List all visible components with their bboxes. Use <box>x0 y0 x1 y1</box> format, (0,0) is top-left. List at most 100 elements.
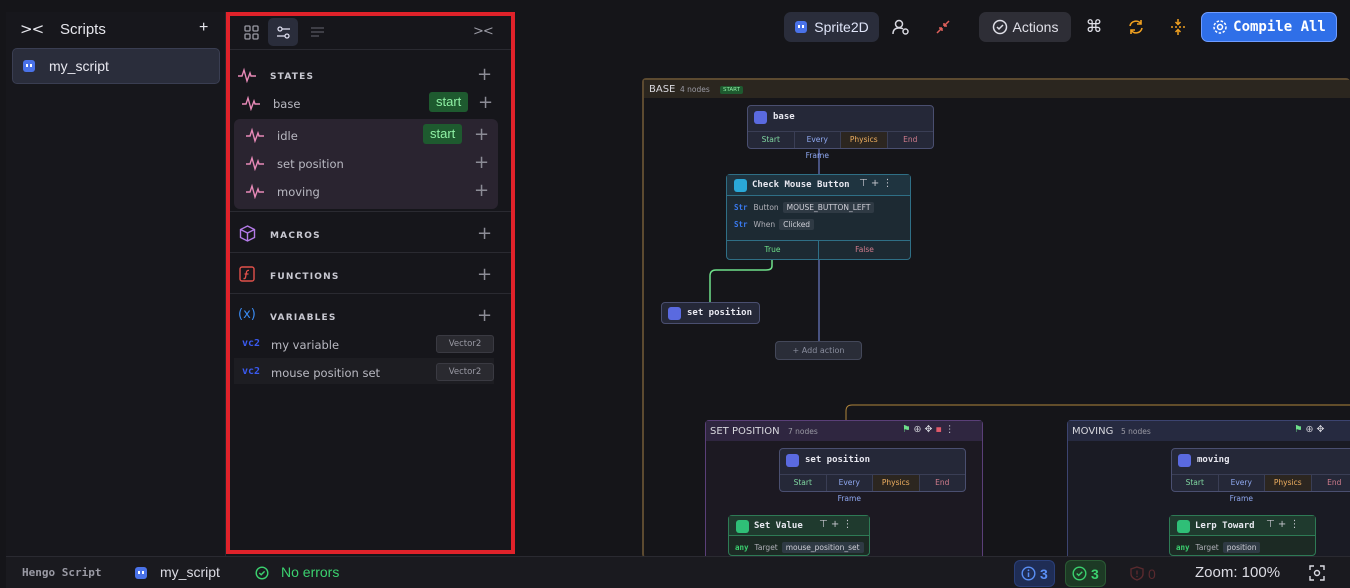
variable-type-pill[interactable]: Vector2 <box>436 335 494 353</box>
align-button[interactable] <box>1164 12 1192 42</box>
status-bar: Hengo Script my_script No errors 3 3 0 Z… <box>6 556 1350 588</box>
add-macro-button[interactable]: + <box>477 225 492 243</box>
group-node-count: 7 nodes <box>788 427 818 436</box>
node-lerp-toward[interactable]: Lerp Toward ⊤ + ⋮ any Target position <box>1169 515 1316 556</box>
ok-count-badge[interactable]: 3 <box>1065 560 1106 587</box>
start-badge: start <box>429 92 469 112</box>
minimize-button[interactable] <box>928 12 958 42</box>
output-false[interactable]: False <box>819 241 910 259</box>
cube-icon <box>239 225 256 242</box>
hook-start[interactable]: Start <box>1172 475 1219 491</box>
variable-type-pill[interactable]: Vector2 <box>436 363 494 381</box>
add-function-button[interactable]: + <box>477 266 492 284</box>
tab-nodes[interactable] <box>268 18 298 46</box>
hook-physics[interactable]: Physics <box>1265 475 1312 491</box>
collapse-panel-button[interactable]: >< <box>20 20 44 38</box>
fit-view-icon[interactable] <box>1309 565 1325 581</box>
goto-icon <box>668 307 681 320</box>
info-count-badge[interactable]: 3 <box>1014 560 1055 587</box>
sliders-icon <box>276 25 290 39</box>
param-target: any Target position <box>1176 542 1261 553</box>
states-section-title: STATES <box>270 72 315 82</box>
scripts-title: Scripts <box>60 21 106 38</box>
hook-end[interactable]: End <box>1312 475 1350 491</box>
check-circle-icon <box>992 19 1007 35</box>
add-to-state-button[interactable]: + <box>474 126 489 144</box>
check-circle-icon <box>255 566 269 580</box>
state-node-base[interactable]: base Start Every Frame Physics End <box>747 105 934 160</box>
hook-physics[interactable]: Physics <box>873 475 920 491</box>
variable-item-mouse-position-set[interactable]: mouse position set <box>271 366 380 380</box>
state-item-moving[interactable]: moving <box>277 185 320 199</box>
state-node-moving[interactable]: moving Start Every Frame Physics End <box>1171 448 1350 503</box>
start-badge: start <box>423 124 463 144</box>
state-item-set-position[interactable]: set position <box>277 157 344 171</box>
state-item-base[interactable]: base <box>273 97 300 111</box>
macros-section-title: MACROS <box>270 231 321 241</box>
add-to-state-button[interactable]: + <box>474 154 489 172</box>
add-to-state-button[interactable]: + <box>478 94 493 112</box>
zoom-level[interactable]: Zoom: 100% <box>1195 564 1280 581</box>
lerp-icon <box>1177 520 1190 533</box>
tab-text[interactable] <box>302 18 332 46</box>
node-canvas[interactable]: BASE 4 nodes START base Start Every Fram… <box>516 44 1350 560</box>
node-title: set position <box>687 308 753 318</box>
refresh-button[interactable] <box>1122 12 1150 42</box>
node-check-mouse-button[interactable]: Check Mouse Button ⊤ + ⋮ Str Button MOUSE_… <box>726 174 911 260</box>
sprite-icon <box>795 21 808 33</box>
actions-button[interactable]: Actions <box>979 12 1071 42</box>
node-title: Lerp Toward <box>1195 521 1255 531</box>
variable-item-my-variable[interactable]: my variable <box>271 338 339 352</box>
script-structure-panel: >< STATES + base start + idle start + se… <box>230 16 511 550</box>
variable-icon: (x) <box>238 307 256 322</box>
error-count: 0 <box>1148 565 1156 582</box>
hook-end[interactable]: End <box>920 475 966 491</box>
divider <box>230 293 511 294</box>
param-value[interactable]: mouse_position_set <box>781 542 864 553</box>
param-value[interactable]: Clicked <box>779 219 815 230</box>
group-actions-icons[interactable]: ⚑ ⊕ ✥ <box>1294 424 1325 435</box>
hook-every-frame[interactable]: Every Frame <box>827 475 873 503</box>
group-actions-icons[interactable]: ⚑ ⊕ ✥ ▪ ⋮ <box>902 424 955 435</box>
command-button[interactable]: ⌘ <box>1080 12 1108 42</box>
app-name: Hengo Script <box>22 566 102 579</box>
vertical-center-icon <box>1171 19 1185 35</box>
states-icon <box>238 67 256 83</box>
error-count-badge[interactable]: 0 <box>1124 560 1162 587</box>
add-variable-button[interactable]: + <box>477 307 492 325</box>
user-settings-button[interactable] <box>886 12 916 42</box>
hook-start[interactable]: Start <box>780 475 827 491</box>
node-menu-icons[interactable]: ⊤ + ⋮ <box>1266 519 1299 530</box>
script-item-my-script[interactable]: my_script <box>12 48 220 84</box>
script-item-label: my_script <box>49 58 109 74</box>
state-item-idle[interactable]: idle <box>277 129 298 143</box>
node-title: base <box>773 112 795 122</box>
divider <box>230 211 511 212</box>
hook-end[interactable]: End <box>888 132 934 148</box>
add-script-button[interactable]: + <box>199 19 208 37</box>
current-script-name[interactable]: my_script <box>160 564 220 580</box>
node-set-position[interactable]: set position <box>661 302 760 324</box>
compile-all-button[interactable]: Compile All <box>1201 12 1337 42</box>
node-set-value[interactable]: Set Value ⊤ + ⋮ any Target mouse_position_… <box>728 515 870 556</box>
hook-every-frame[interactable]: Every Frame <box>1219 475 1265 503</box>
group-title: SET POSITION <box>710 426 780 437</box>
hook-start[interactable]: Start <box>748 132 795 148</box>
add-action-button[interactable]: + Add action <box>775 341 862 360</box>
add-to-state-button[interactable]: + <box>474 182 489 200</box>
param-value[interactable]: MOUSE_BUTTON_LEFT <box>782 202 875 213</box>
collapse-panel-button[interactable]: >< <box>473 24 494 39</box>
tab-grid[interactable] <box>236 18 266 46</box>
hook-physics[interactable]: Physics <box>841 132 888 148</box>
object-type-button[interactable]: Sprite2D <box>784 12 879 42</box>
node-title: Check Mouse Button <box>752 180 850 190</box>
hook-every-frame[interactable]: Every Frame <box>795 132 841 160</box>
node-menu-icons[interactable]: ⊤ + ⋮ <box>859 178 892 189</box>
node-menu-icons[interactable]: ⊤ + ⋮ <box>819 519 852 530</box>
add-state-button[interactable]: + <box>477 66 492 84</box>
output-true[interactable]: True <box>727 241 819 259</box>
param-value[interactable]: position <box>1222 542 1261 553</box>
node-title: Set Value <box>754 521 803 531</box>
state-node-set-position[interactable]: set position Start Every Frame Physics E… <box>779 448 966 503</box>
ok-count: 3 <box>1091 565 1099 582</box>
